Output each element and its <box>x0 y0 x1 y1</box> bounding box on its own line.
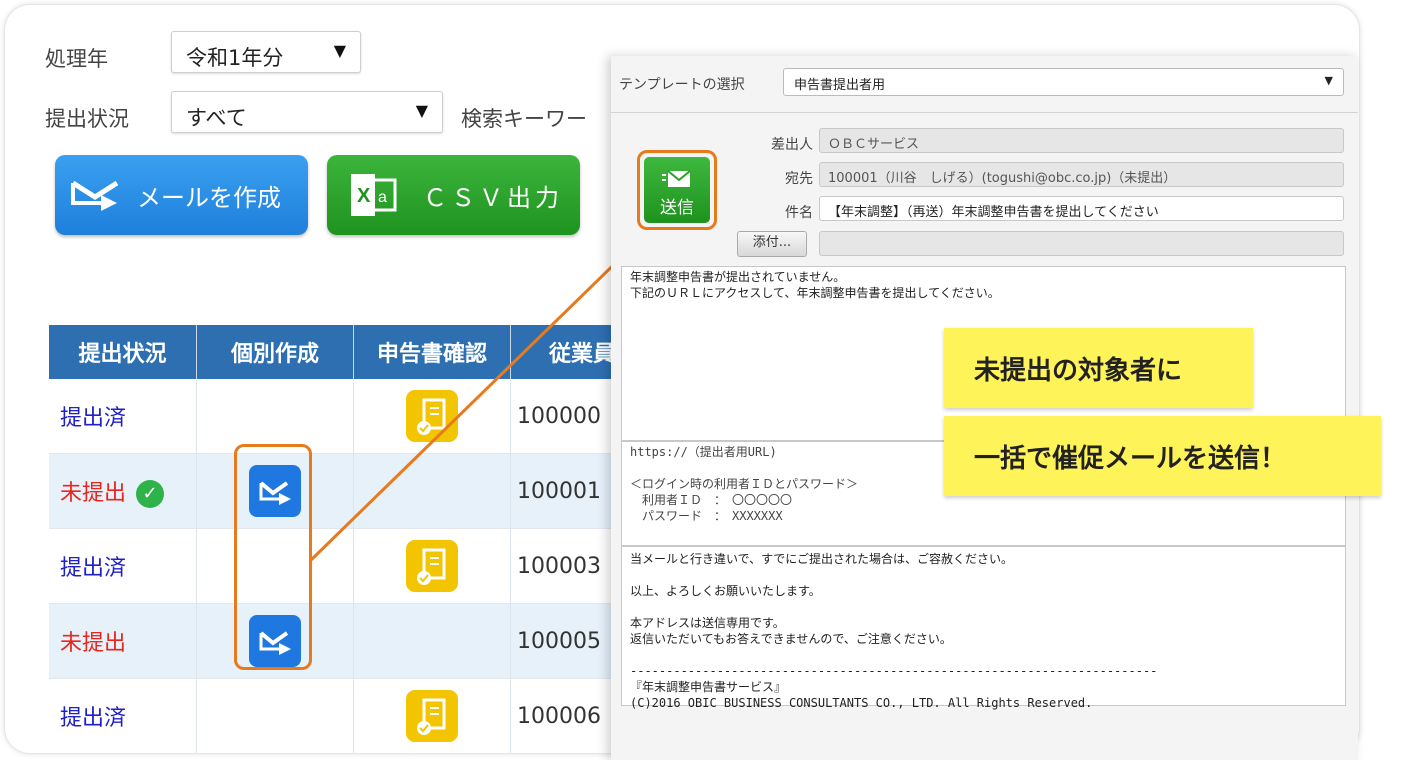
sender-field: ＯＢＣサービス <box>819 128 1344 153</box>
status-text[interactable]: 未提出 <box>50 631 126 656</box>
sender-label: 差出人 <box>771 137 813 153</box>
status-cell: 提出済 <box>49 678 197 753</box>
status-text[interactable]: 提出済 <box>50 706 126 731</box>
pointer-arrow <box>309 238 641 562</box>
table-row[interactable]: 未提出 100005 <box>49 603 654 679</box>
send-label: 送信 <box>660 198 694 218</box>
chevron-down-icon: ▼ <box>333 41 346 60</box>
chevron-down-icon: ▼ <box>415 101 428 120</box>
mail-compose-panel: テンプレートの選択 申告書提出者用 ▼ 送信 差出人 ＯＢＣサービス 宛先 10… <box>611 56 1358 760</box>
attach-field <box>819 231 1344 256</box>
status-cell: 未提出 <box>49 603 197 679</box>
csv-export-label: ＣＳＶ出力 <box>423 183 563 212</box>
attach-button[interactable]: 添付... <box>737 231 807 257</box>
individual-cell <box>196 678 354 753</box>
status-cell: 提出済 <box>49 379 197 454</box>
divider <box>611 112 1358 113</box>
to-label: 宛先 <box>785 171 813 187</box>
envelope-icon <box>662 170 691 187</box>
year-select-value: 令和1年分 <box>186 46 284 70</box>
template-select[interactable]: 申告書提出者用 ▼ <box>783 68 1344 96</box>
mail-body-footer[interactable]: 当メールと行き違いで、すでにご提出された場合は、ご容赦ください。 以上、よろしく… <box>621 546 1346 710</box>
subject-label: 件名 <box>785 205 813 221</box>
status-text[interactable]: 未提出 <box>50 481 126 506</box>
document-icon <box>417 698 446 735</box>
mail-icon <box>71 180 119 211</box>
status-cell: 未提出 ✓ <box>49 453 197 529</box>
create-mail-label: メールを作成 <box>137 183 281 212</box>
status-select[interactable]: すべて ▼ <box>171 91 443 133</box>
col-status[interactable]: 提出状況 <box>49 325 197 379</box>
to-field: 100001（川谷 しげる）(togushi@obc.co.jp)（未提出） <box>819 162 1344 187</box>
template-select-value: 申告書提出者用 <box>794 78 886 93</box>
table-row[interactable]: 提出済 100006 <box>49 678 654 753</box>
create-mail-button[interactable]: メールを作成 <box>55 155 308 235</box>
svg-text:X: X <box>357 185 371 207</box>
callout-line2: 一括で催促メールを送信！ <box>944 416 1381 496</box>
send-button[interactable]: 送信 <box>644 157 710 223</box>
svg-text:a: a <box>378 189 387 206</box>
year-label: 処理年 <box>45 47 108 71</box>
year-select[interactable]: 令和1年分 ▼ <box>171 31 361 73</box>
excel-icon: X a <box>351 174 397 216</box>
confirm-cell <box>353 603 511 679</box>
keyword-label: 検索キーワー <box>461 107 587 131</box>
csv-export-button[interactable]: X a ＣＳＶ出力 <box>327 155 580 235</box>
confirm-cell <box>353 678 511 753</box>
status-label: 提出状況 <box>45 107 129 131</box>
chevron-down-icon: ▼ <box>1324 74 1333 87</box>
check-icon: ✓ <box>136 479 165 508</box>
status-text[interactable]: 提出済 <box>50 556 126 581</box>
template-label: テンプレートの選択 <box>619 77 745 93</box>
document-check-button[interactable] <box>406 690 458 742</box>
callout-line1: 未提出の対象者に <box>944 328 1253 408</box>
subject-field[interactable]: 【年末調整】（再送）年末調整申告書を提出してください <box>819 196 1344 221</box>
status-text[interactable]: 提出済 <box>50 406 126 431</box>
status-select-value: すべて <box>186 106 247 130</box>
status-cell: 提出済 <box>49 528 197 604</box>
